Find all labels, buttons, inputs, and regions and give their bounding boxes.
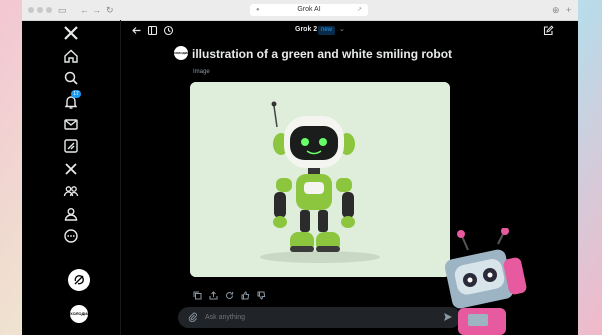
sidebar: 17 ХОЛОДИЛЬНИК: [22, 20, 121, 335]
new-chat-icon[interactable]: [543, 25, 554, 36]
forward-arrow-icon[interactable]: →: [92, 4, 101, 16]
address-text: Grok AI: [297, 6, 321, 13]
sidebar-icon[interactable]: [147, 25, 158, 36]
new-badge: new: [318, 26, 336, 35]
browser-toolbar: ▭ ← → ↻ ● Grok AI ↗ ⊕ +: [22, 0, 578, 21]
grok-compose-icon[interactable]: [68, 269, 90, 291]
thumbs-down-icon[interactable]: [257, 291, 266, 300]
people-icon[interactable]: [63, 183, 79, 199]
share-page-icon[interactable]: ↗: [357, 4, 362, 16]
robot-mascot-illustration: [444, 228, 527, 335]
attach-icon[interactable]: [188, 312, 198, 322]
x-logo[interactable]: [63, 25, 79, 41]
download-icon[interactable]: ⊕: [552, 4, 560, 16]
account-avatar[interactable]: ХОЛОДИЛЬНИК: [70, 305, 88, 323]
chevron-down-icon[interactable]: ⌄: [339, 25, 345, 33]
back-arrow-icon[interactable]: ←: [80, 4, 89, 16]
regenerate-icon[interactable]: [225, 291, 234, 300]
home-icon[interactable]: [63, 48, 79, 64]
window-close-dot[interactable]: [28, 7, 34, 13]
back-icon[interactable]: [131, 25, 142, 36]
reload-icon[interactable]: ↻: [106, 4, 114, 16]
notification-badge: 17: [71, 90, 81, 98]
bell-icon[interactable]: 17: [63, 90, 81, 110]
grok-icon[interactable]: [63, 138, 79, 154]
copy-icon[interactable]: [193, 291, 202, 300]
result-label: Image: [193, 69, 210, 75]
new-tab-icon[interactable]: +: [566, 4, 571, 16]
robot-mascot-sticker: [440, 228, 530, 335]
more-icon[interactable]: [63, 228, 79, 244]
address-bar[interactable]: ● Grok AI ↗: [250, 4, 368, 16]
model-selector[interactable]: Grok 2: [295, 26, 317, 33]
lock-icon: ●: [256, 7, 260, 13]
sidebar-toggle-icon[interactable]: ▭: [58, 4, 67, 16]
window-minimize-dot[interactable]: [37, 7, 43, 13]
chat-header: Grok 2 new ⌄: [121, 20, 578, 42]
history-icon[interactable]: [163, 25, 174, 36]
x-icon[interactable]: [63, 161, 79, 177]
thumbs-up-icon[interactable]: [241, 291, 250, 300]
generated-image[interactable]: [190, 82, 450, 277]
message-composer[interactable]: Ask anything: [178, 307, 461, 328]
user-prompt: illustration of a green and white smilin…: [192, 47, 453, 61]
ask-input-placeholder[interactable]: Ask anything: [205, 312, 245, 323]
robot-illustration: [190, 82, 450, 277]
user-avatar: ХОЛОДИЛЬНИК: [174, 46, 197, 60]
profile-icon[interactable]: [63, 206, 79, 222]
window-zoom-dot[interactable]: [46, 7, 52, 13]
search-icon[interactable]: [63, 70, 79, 86]
share-icon[interactable]: [209, 291, 218, 300]
mail-icon[interactable]: [63, 116, 79, 132]
